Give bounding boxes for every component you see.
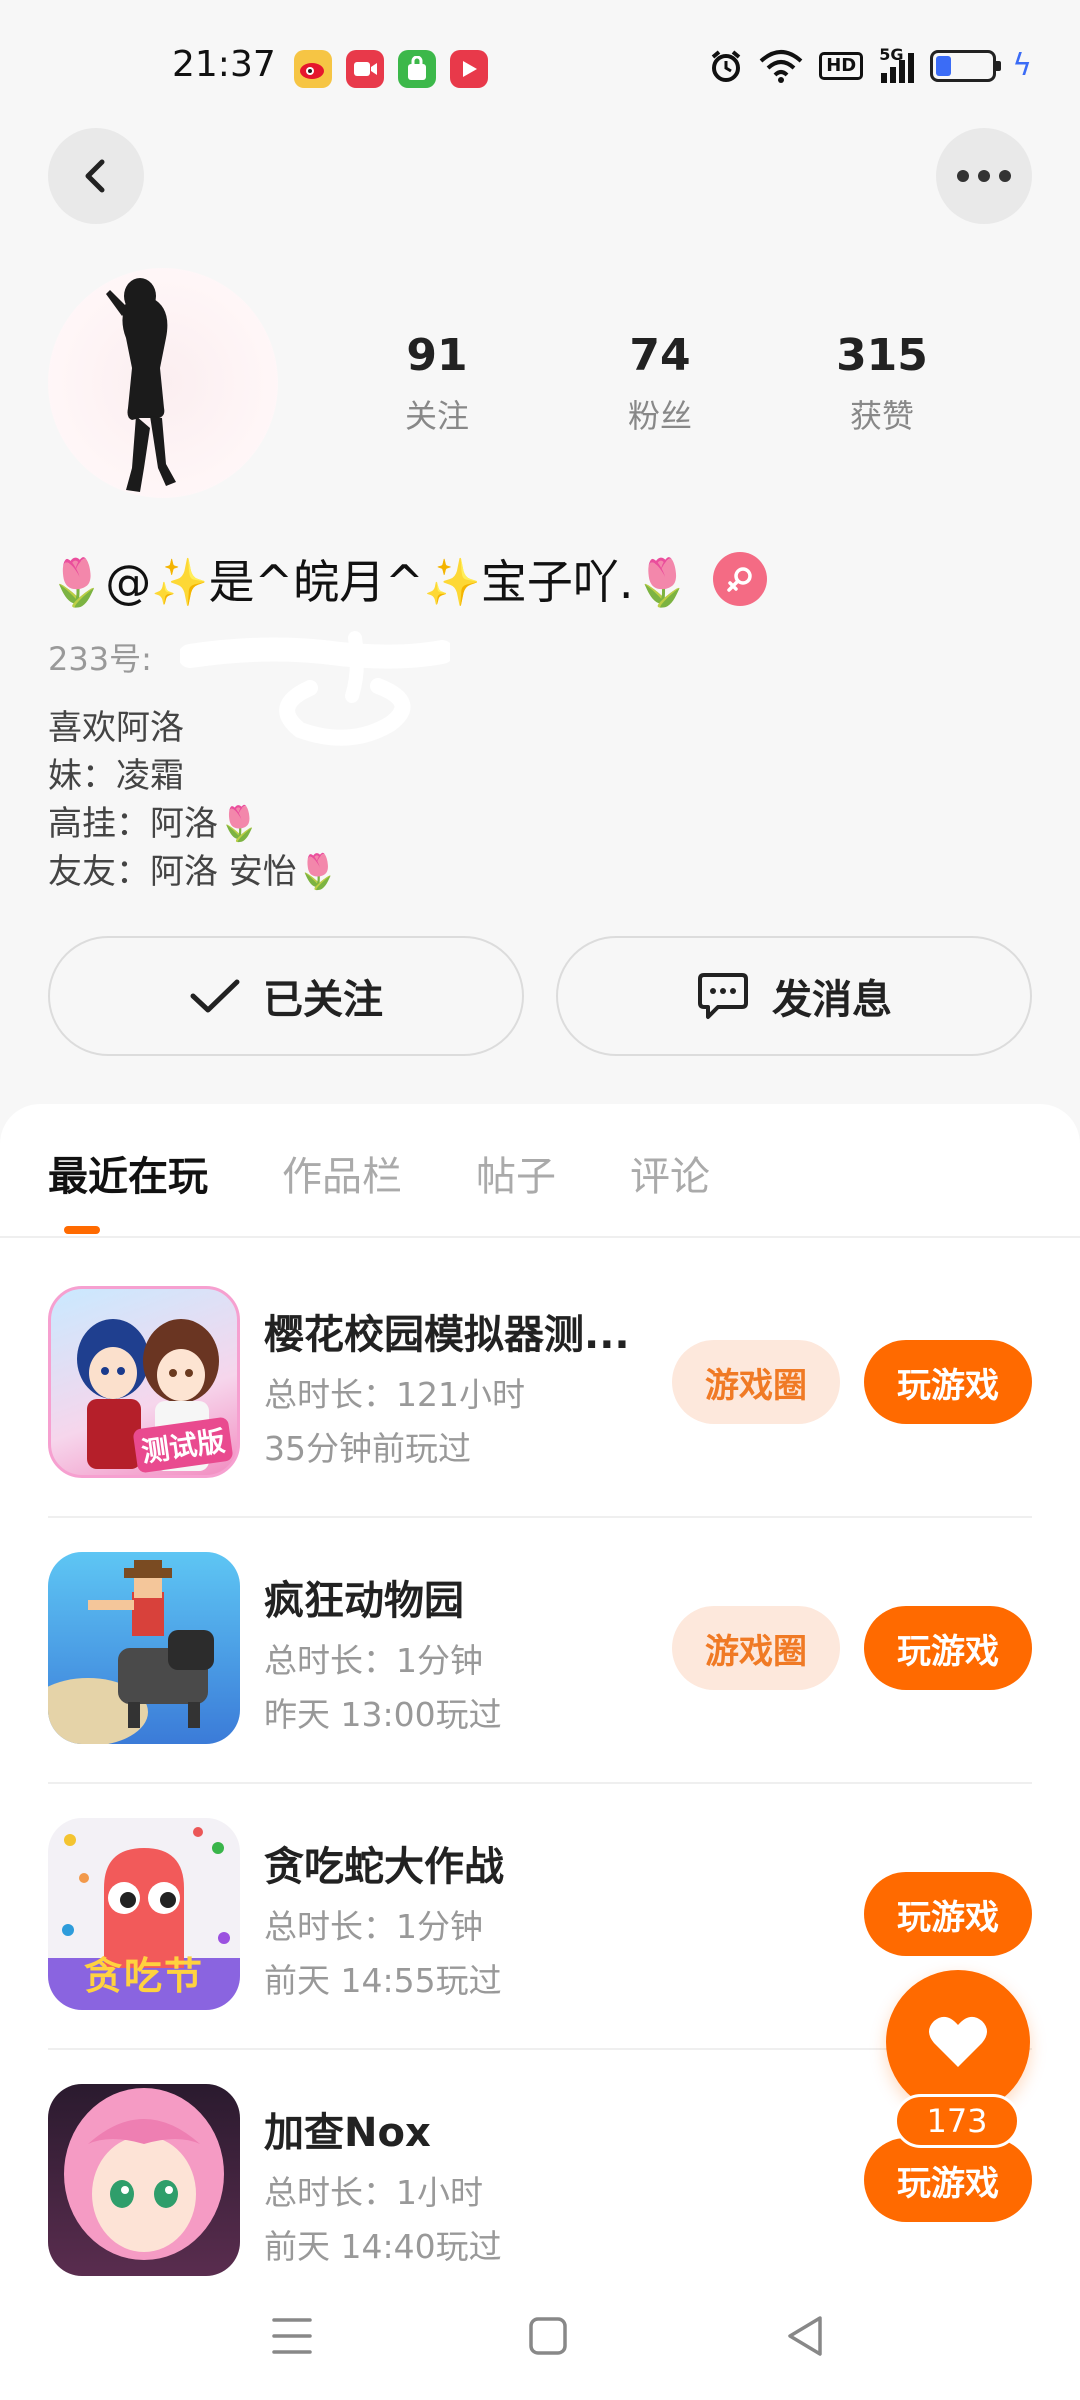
game-circle-button[interactable]: 游戏圈 [672,1606,840,1690]
status-time: 21:37 [172,44,276,85]
signal-icon: 5G [879,45,915,83]
chat-bubble-icon [698,973,748,1019]
uid-label: 233号: [48,640,152,678]
send-message-button[interactable]: 发消息 [556,936,1032,1056]
game-circle-button[interactable]: 游戏圈 [672,1340,840,1424]
followed-button[interactable]: 已关注 [48,936,524,1056]
bio-line: 喜欢阿洛 [48,708,184,748]
alarm-icon [711,49,741,82]
game-row[interactable]: 疯狂动物园 总时长：1分钟 昨天 13:00玩过 游戏圈 玩游戏 [48,1552,1032,1818]
game-title[interactable]: 贪吃蛇大作战 [264,1834,504,1892]
game-icon-badge: 贪吃节 [83,1954,204,1998]
tab-comments[interactable]: 评论 [630,1144,710,1226]
more-dots-icon [957,170,1011,182]
stat-label: 获赞 [849,397,914,435]
game-row[interactable]: 测试版 樱花校园模拟器测... 总时长：121小时 35分钟前玩过 游戏圈 玩游… [48,1286,1032,1552]
video-app-icon [346,50,384,88]
back-button[interactable] [48,128,144,224]
tab-recent[interactable]: 最近在玩 [48,1144,208,1226]
heart-icon [929,2016,987,2067]
checkmark-icon [190,979,240,1013]
tab-bar: 最近在玩 作品栏 帖子 评论 [48,1144,710,1226]
game-duration: 总时长：1分钟 [264,1907,483,1946]
avatar[interactable] [48,268,278,498]
game-title[interactable]: 樱花校园模拟器测... [264,1302,630,1360]
play-game-button[interactable]: 玩游戏 [864,1340,1032,1424]
menu-icon[interactable] [272,2314,312,2358]
stat-likes[interactable]: 315 获赞 [802,330,962,437]
followed-label: 已关注 [263,977,383,1023]
game-duration: 总时长：121小时 [264,1375,525,1414]
tab-works[interactable]: 作品栏 [282,1144,402,1226]
stat-label: 关注 [404,397,469,435]
shopping-bag-icon [398,50,436,88]
game-icon-snake[interactable]: 贪吃节 [48,1818,240,2010]
back-triangle-icon[interactable] [786,2314,826,2358]
stat-value: 315 [836,330,928,381]
play-game-button[interactable]: 玩游戏 [864,1606,1032,1690]
network-type: 5G [879,44,904,64]
bio-line: 妹：凌霜 [48,756,184,796]
divider [0,1236,1080,1238]
profile-name-row: 🌷@✨是^皖月^✨宝子吖.🌷 [48,546,767,612]
divider [48,1516,1032,1518]
stat-value: 91 [406,330,468,381]
game-row[interactable]: 贪吃节 贪吃蛇大作战 总时长：1分钟 前天 14:55玩过 玩游戏 [48,1818,1032,2084]
play-game-button[interactable]: 玩游戏 [864,2138,1032,2222]
stat-label: 粉丝 [627,397,692,435]
stat-value: 74 [629,330,691,381]
weibo-icon [294,50,332,88]
play-game-button[interactable]: 玩游戏 [864,1872,1032,1956]
battery-icon [930,49,1002,82]
battery-level [936,55,952,76]
game-last-played: 前天 14:40玩过 [264,2227,502,2266]
game-last-played: 昨天 13:00玩过 [264,1695,502,1734]
more-button[interactable] [936,128,1032,224]
game-icon-gacha-nox[interactable] [48,2084,240,2276]
home-square-icon[interactable] [528,2314,568,2358]
bio-line: 友友：阿洛 安怡🌷 [48,852,340,892]
female-icon [712,552,767,606]
status-right: HD 5G ϟ [709,45,1032,83]
bio-line: 高挂：阿洛🌷 [48,804,261,844]
uid-redaction [180,631,450,746]
profile-name: 🌷@✨是^皖月^✨宝子吖.🌷 [48,555,691,609]
charging-icon: ϟ [1012,48,1032,83]
stat-following[interactable]: 91 关注 [357,330,517,437]
send-message-label: 发消息 [772,977,892,1023]
game-title[interactable]: 加查Nox [264,2100,431,2158]
game-icon-crazy-zoo[interactable] [48,1552,240,1744]
chevron-left-icon [85,159,105,193]
divider [48,2048,1032,2050]
game-row[interactable]: 加查Nox 总时长：1小时 前天 14:40玩过 玩游戏 [48,2084,1032,2284]
game-duration: 总时长：1小时 [264,2173,483,2212]
tab-active-indicator [64,1226,100,1234]
game-title[interactable]: 疯狂动物园 [264,1568,464,1626]
game-last-played: 35分钟前玩过 [264,1429,471,1468]
divider [48,1782,1032,1784]
navigation-bar [0,2280,1080,2400]
wifi-icon [759,49,803,83]
hd-badge: HD [819,51,864,80]
like-count: 173 [894,2094,1020,2148]
tab-posts[interactable]: 帖子 [476,1144,556,1226]
stat-followers[interactable]: 74 粉丝 [580,330,740,437]
video-play-icon [450,50,488,88]
like-button[interactable] [886,1970,1030,2114]
game-last-played: 前天 14:55玩过 [264,1961,502,2000]
game-duration: 总时长：1分钟 [264,1641,483,1680]
game-icon-sakura[interactable]: 测试版 [48,1286,240,1478]
